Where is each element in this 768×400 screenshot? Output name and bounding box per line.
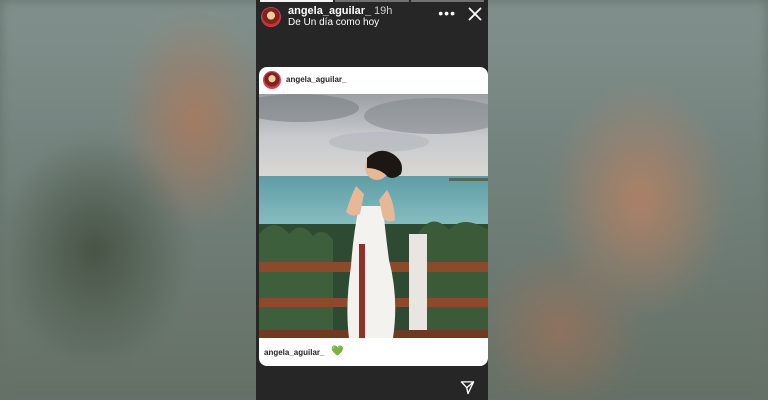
avatar[interactable]	[262, 8, 280, 26]
post-footer: angela_aguilar_ 💚	[259, 338, 488, 366]
story-header: angela_aguilar_ 19h De Un día como hoy •…	[262, 5, 482, 29]
close-icon[interactable]	[468, 7, 482, 21]
more-options-icon[interactable]: •••	[438, 5, 456, 21]
post-username[interactable]: angela_aguilar_	[286, 75, 346, 84]
story-viewer[interactable]: angela_aguilar_ 19h De Un día como hoy •…	[256, 0, 488, 400]
progress-segment	[335, 0, 409, 2]
green-heart-icon: 💚	[331, 346, 344, 357]
shared-post-card[interactable]: angela_aguilar_ angela_aguilar_ 💚	[259, 67, 488, 366]
progress-segment	[260, 0, 334, 2]
story-caption: De Un día como hoy	[288, 17, 380, 28]
progress-segment	[410, 0, 484, 2]
post-header: angela_aguilar_	[259, 67, 488, 94]
post-photo[interactable]	[259, 94, 488, 338]
story-time: 19h	[374, 5, 393, 17]
story-username[interactable]: angela_aguilar_	[288, 5, 371, 17]
story-progress-bar	[260, 0, 484, 2]
post-avatar[interactable]	[264, 72, 280, 88]
post-footer-username[interactable]: angela_aguilar_	[264, 348, 324, 357]
send-icon[interactable]	[460, 380, 475, 395]
photo-illustration	[259, 94, 488, 338]
